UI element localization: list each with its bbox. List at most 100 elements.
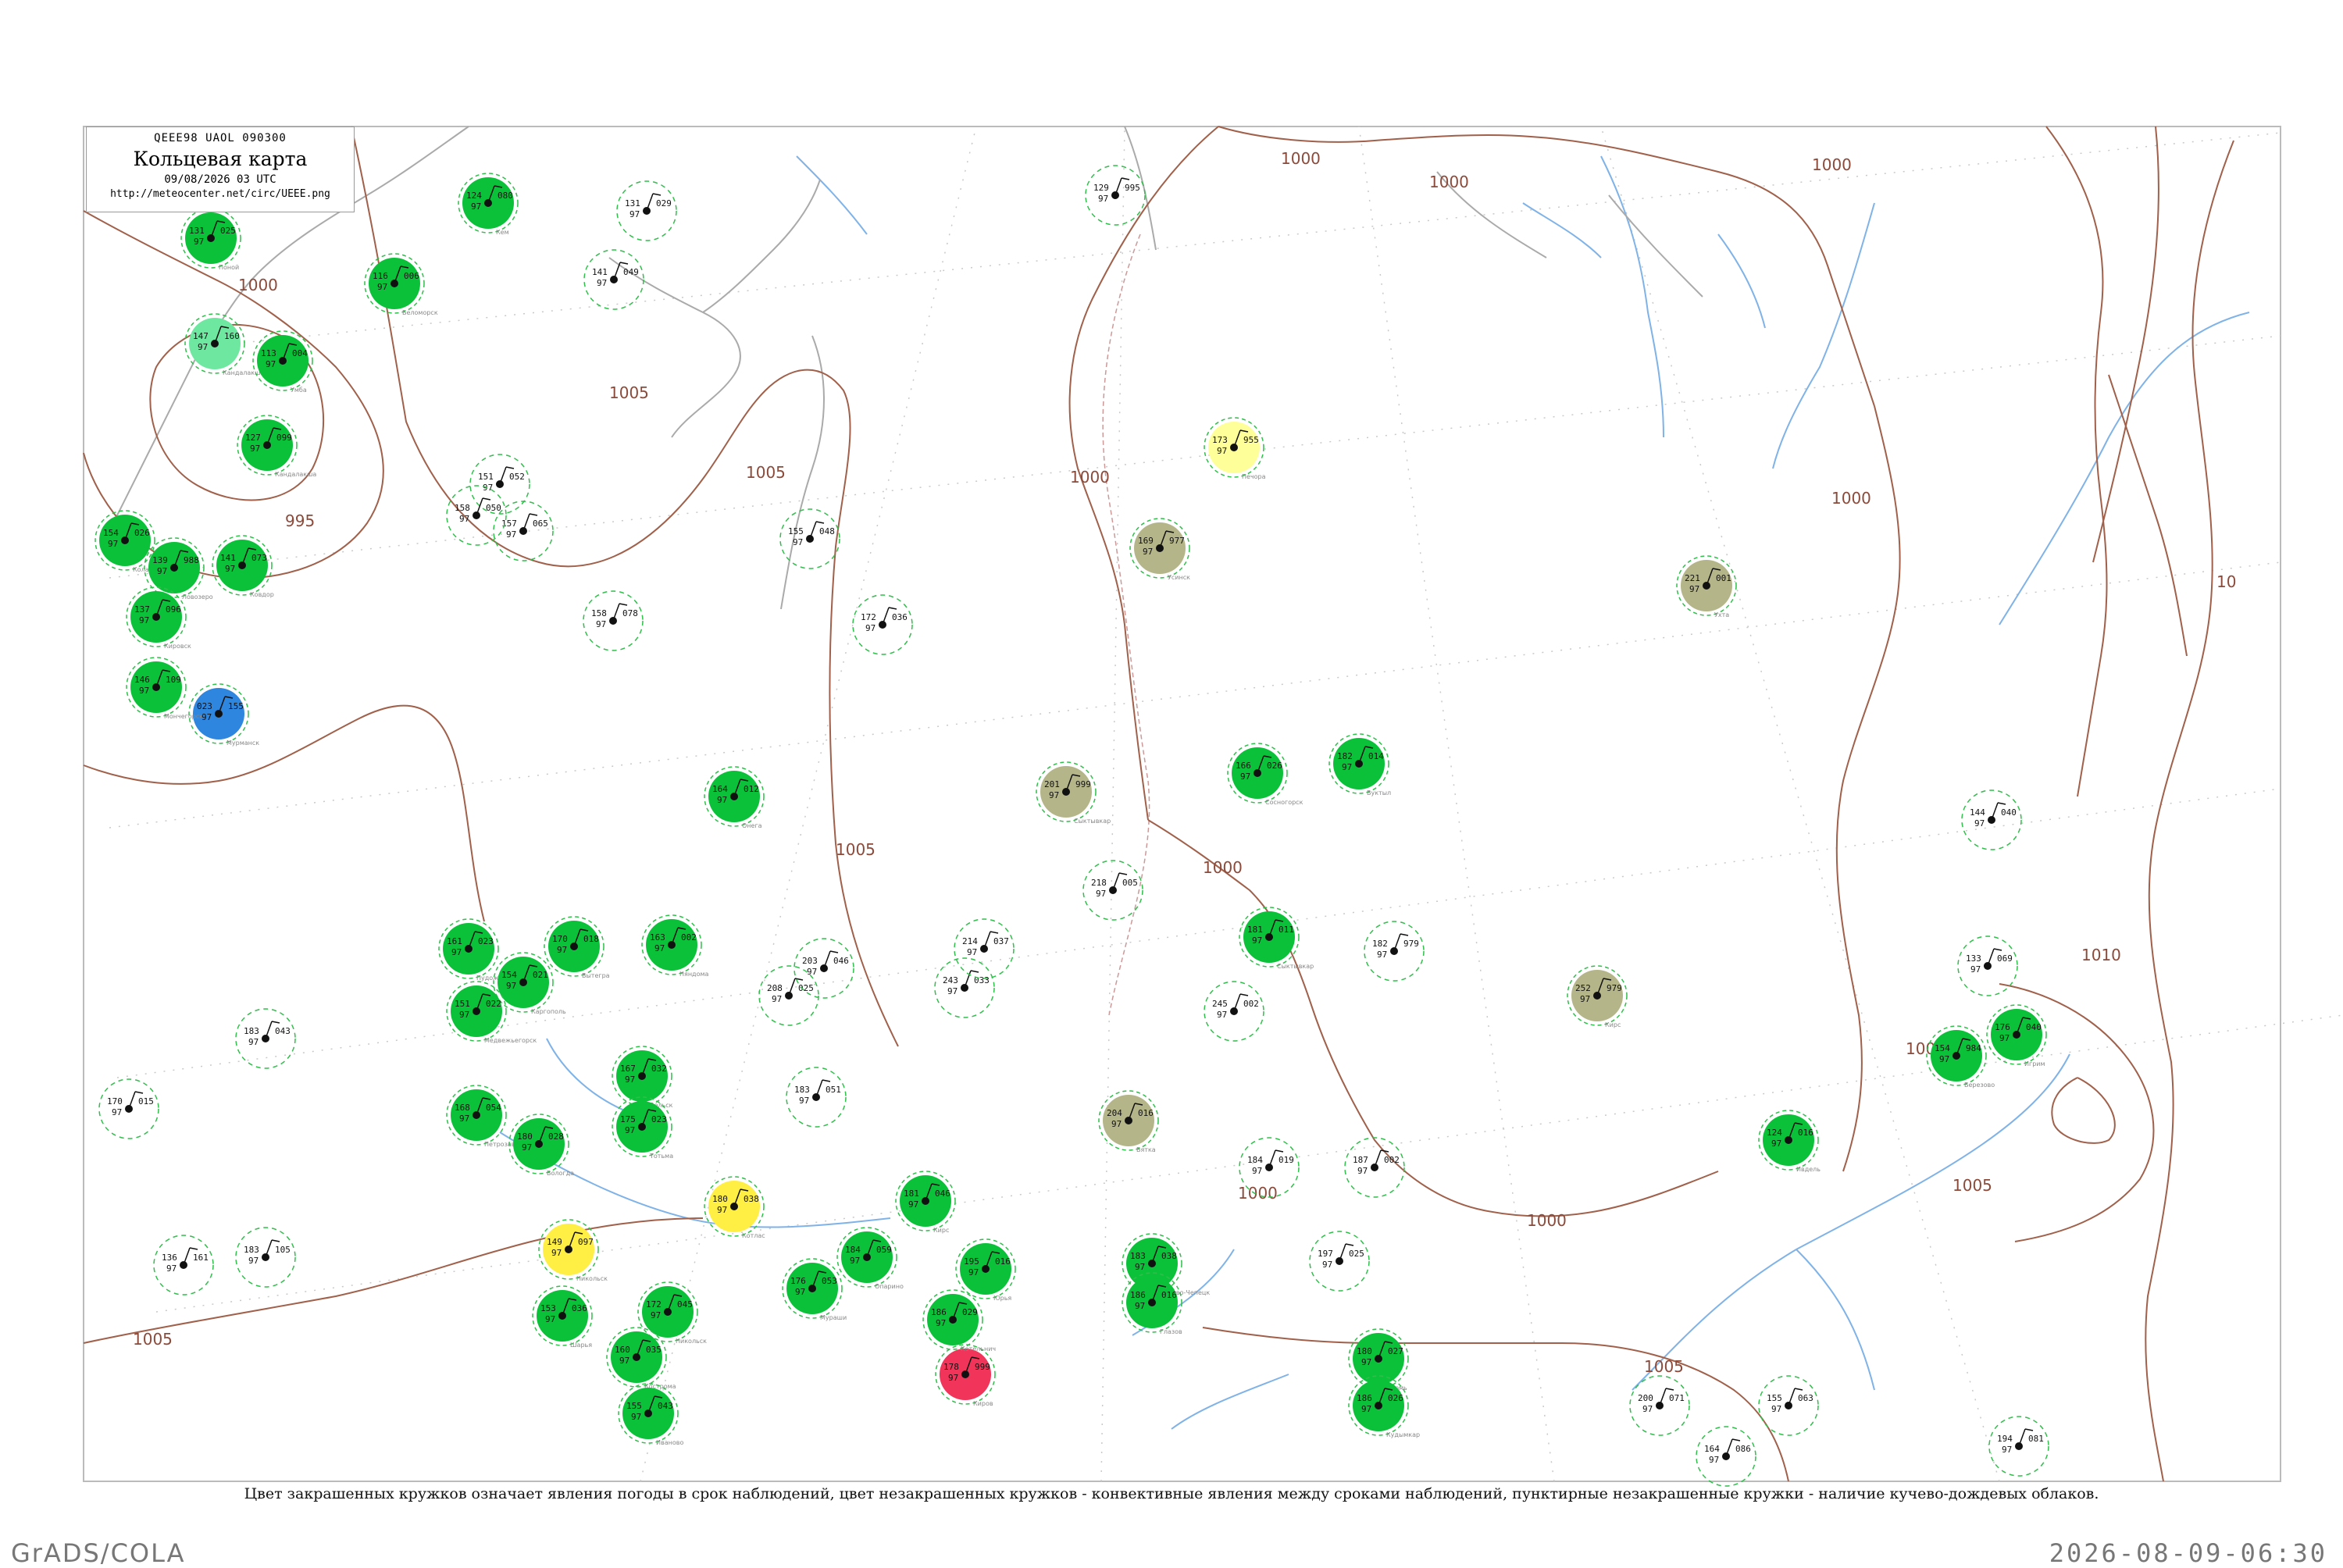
station-marker[interactable]: 175 023 97 Тотьма — [612, 1096, 673, 1160]
wind-barb-feather — [1275, 1149, 1284, 1153]
station-marker[interactable]: 155 043 97 Иваново — [618, 1383, 683, 1446]
station-marker[interactable]: 113 004 97 Умба — [252, 330, 313, 394]
wind-barb — [823, 950, 831, 969]
station-marker[interactable]: 141 073 97 Ковдор — [212, 535, 274, 598]
station-marker[interactable]: 204 016 97 Вятка — [1098, 1090, 1159, 1153]
station-marker[interactable]: 169 977 97 Усинск — [1129, 518, 1190, 581]
station-marker[interactable]: 163 002 97 Няндома — [641, 914, 709, 978]
wind-barb-feather — [970, 970, 979, 973]
station-marker[interactable]: 178 999 97 Киров — [935, 1344, 996, 1407]
station-marker-outline[interactable]: 200 071 97 — [1629, 1375, 1690, 1436]
station-marker[interactable]: 180 038 97 Котлас — [704, 1176, 765, 1239]
station-marker-outline[interactable]: 203 046 97 — [793, 938, 854, 999]
station-temperature: 154 — [1935, 1043, 1950, 1053]
station-marker-outline[interactable]: 172 036 97 — [852, 594, 913, 655]
station-name: Игрим — [2024, 1060, 2045, 1067]
station-visibility: 97 — [459, 514, 469, 524]
station-marker[interactable]: 176 053 97 Мураши — [782, 1258, 847, 1321]
station-marker[interactable]: 131 025 97 Поной — [180, 208, 241, 271]
station-marker[interactable]: 154 984 97 Березово — [1926, 1025, 1995, 1089]
station-visibility: 97 — [557, 945, 567, 955]
station-marker-outline[interactable]: 197 025 97 — [1309, 1231, 1370, 1292]
station-name: Сосногорск — [1265, 799, 1303, 806]
station-marker[interactable]: 161 023 97 Пудож — [438, 918, 499, 982]
station-marker[interactable]: 147 160 97 Кандалакша — [184, 313, 264, 376]
station-name: Вологда — [547, 1170, 574, 1177]
station-marker-outline[interactable]: 133 069 97 — [1957, 935, 2018, 996]
station-marker[interactable]: 195 016 97 Юрья — [955, 1238, 1016, 1302]
station-marker[interactable]: 146 109 97 Мончегорск — [126, 657, 203, 720]
station-marker-outline[interactable]: 158 050 97 — [446, 485, 507, 546]
station-temperature: 183 — [794, 1085, 810, 1095]
station-marker[interactable]: 186 016 97 Глазов — [1122, 1272, 1182, 1335]
station-marker[interactable]: 149 097 97 Никольск — [538, 1219, 608, 1282]
station-marker-outline[interactable]: 144 040 97 — [1961, 789, 2022, 850]
station-marker[interactable]: 116 006 97 Беломорск — [364, 253, 438, 316]
station-marker-outline[interactable]: 141 049 97 — [583, 249, 644, 310]
station-marker[interactable]: 252 979 97 Кирс — [1567, 965, 1628, 1028]
wind-barb — [815, 1079, 823, 1098]
station-marker[interactable]: 153 036 97 Шарья — [532, 1285, 593, 1349]
station-visibility: 97 — [597, 278, 607, 288]
station-marker-outline[interactable]: 157 06597 — [493, 501, 554, 561]
wind-barb-feather — [815, 521, 825, 524]
station-marker-outline[interactable]: 194 081 97 — [1988, 1416, 2049, 1477]
station-marker-outline[interactable]: 214 037 97 — [954, 918, 1015, 979]
station-marker-outline[interactable]: 136 161 97 — [153, 1235, 214, 1295]
station-marker-outline[interactable]: 182 979 97 — [1364, 921, 1425, 982]
station-marker[interactable]: 124 016 97 Ивдель — [1758, 1110, 1821, 1173]
isobar-label: 1005 — [1952, 1176, 1992, 1195]
station-marker-outline[interactable]: 243 03397 — [934, 957, 995, 1018]
station-marker[interactable]: 181 046 97 Кирс — [895, 1171, 956, 1234]
station-name: Умба — [291, 387, 307, 394]
station-marker-outline[interactable]: 245 002 97 — [1204, 981, 1264, 1042]
station-marker[interactable]: 181 011 97 Сыктывкар — [1239, 907, 1314, 970]
station-pressure: 040 — [2026, 1022, 2042, 1032]
station-marker-outline[interactable]: 155 048 97 — [779, 508, 840, 569]
station-marker-outline[interactable]: 129 995 97 — [1085, 165, 1146, 226]
station-marker[interactable]: 164 012 97 Онега — [704, 766, 765, 829]
station-marker-outline[interactable]: 164 086 97 — [1696, 1426, 1756, 1487]
station-marker[interactable]: 186 029 97 Котельнич — [922, 1289, 996, 1352]
station-marker[interactable]: 154 026 97 Кола — [95, 510, 155, 573]
station-pressure: 977 — [1169, 536, 1185, 546]
graticule — [109, 126, 2343, 1482]
wind-barb-feather — [1118, 872, 1128, 875]
station-marker-outline[interactable]: 131 029 97 — [616, 180, 677, 241]
station-marker[interactable]: 139 988 97 Ловозеро — [144, 537, 213, 600]
station-pressure: 046 — [833, 956, 849, 966]
station-temperature: 176 — [1995, 1022, 2010, 1032]
station-marker[interactable]: 166 026 97 Сосногорск — [1227, 743, 1303, 806]
station-marker-outline[interactable]: 155 063 97 — [1758, 1375, 1819, 1436]
station-marker[interactable]: 180 028 97 Вологда — [508, 1114, 574, 1177]
station-marker-outline[interactable]: 183 051 97 — [786, 1067, 847, 1128]
station-temperature: 141 — [220, 553, 236, 563]
station-marker[interactable]: 184 059 97 Опарино — [836, 1227, 904, 1290]
station-name: Никольск — [576, 1275, 608, 1282]
source-url[interactable]: http://meteocenter.net/circ/UEEE.png — [87, 188, 354, 200]
station-marker[interactable]: 170 018 97 Вытегра — [544, 916, 610, 979]
station-marker-outline[interactable]: 170 015 97 — [98, 1078, 159, 1139]
station-marker-outline[interactable]: 183 043 97 — [235, 1008, 296, 1069]
wind-barb — [612, 603, 620, 622]
station-marker[interactable]: 173 955 97 Печора — [1204, 417, 1266, 480]
station-marker[interactable]: 127 099 97 Кандалакша — [237, 415, 316, 478]
station-visibility: 97 — [793, 537, 803, 547]
station-name: Сыктывкар — [1277, 963, 1314, 970]
station-marker-outline[interactable]: 183 105 97 — [235, 1227, 296, 1288]
station-marker[interactable]: 176 040 97 Игрим — [1986, 1004, 2047, 1067]
station-pressure: 955 — [1243, 435, 1259, 445]
station-visibility: 97 — [451, 947, 462, 957]
isobar-label: 1000 — [1281, 149, 1321, 168]
station-marker[interactable]: 221 001 97 Ухта — [1676, 555, 1737, 618]
station-marker[interactable]: 182 014 97 Вуктыл — [1328, 733, 1391, 796]
station-marker[interactable]: 124 080 97 Кем — [458, 173, 519, 236]
station-marker-outline[interactable]: 158 078 97 — [583, 590, 644, 651]
station-marker-outline[interactable]: 218 005 97 — [1082, 860, 1143, 921]
station-pressure: 038 — [1161, 1251, 1177, 1261]
station-marker[interactable]: 201 999 97 Сыктывкар — [1036, 761, 1111, 825]
station-pressure: 052 — [509, 472, 525, 482]
station-marker[interactable]: 186 026 97 Кудымкар — [1348, 1375, 1420, 1438]
station-marker[interactable]: 167 03297Вельск — [612, 1046, 673, 1109]
station-marker-outline[interactable]: 187 002 97 — [1344, 1137, 1405, 1198]
